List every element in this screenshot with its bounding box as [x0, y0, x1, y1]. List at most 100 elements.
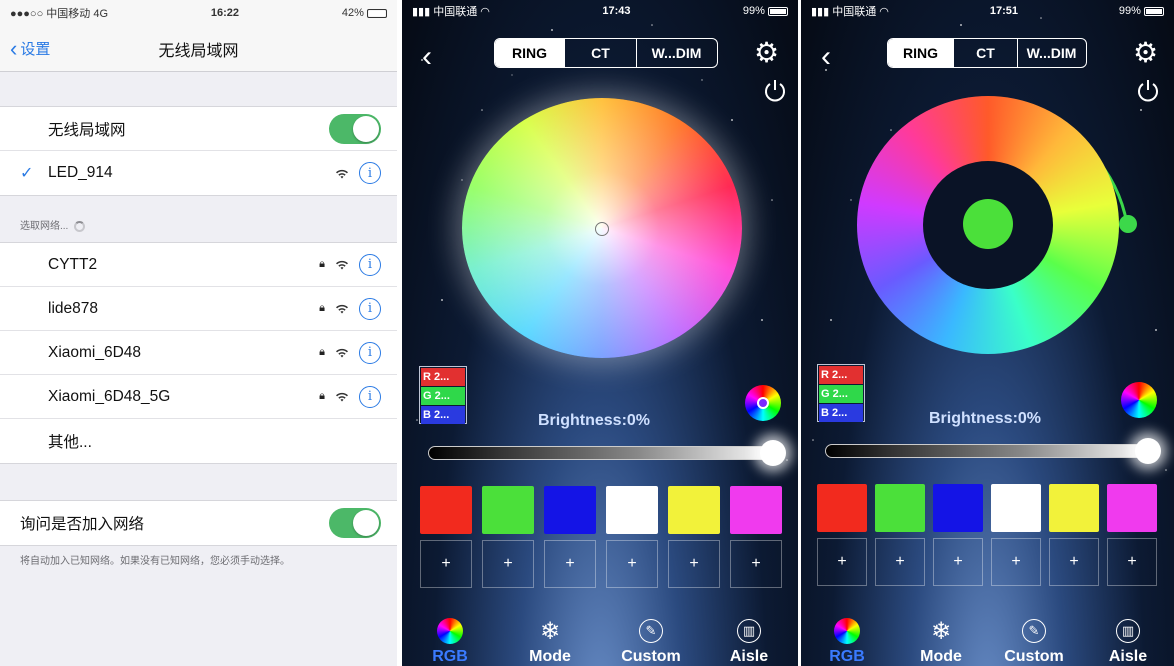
wifi-signal-icon — [336, 169, 348, 178]
brightness-label: Brightness:0% — [538, 412, 651, 429]
add-custom-color-button[interactable]: + — [606, 540, 658, 588]
tab-rgb-label: RGB — [829, 648, 865, 665]
battery-icon — [768, 6, 788, 16]
tab-ring[interactable]: RING — [495, 39, 565, 67]
info-icon[interactable]: i — [359, 341, 381, 364]
info-icon[interactable]: i — [359, 297, 381, 320]
tab-rgb[interactable]: RGB — [827, 616, 867, 666]
status-bar: ▮▮▮ 中国联通 ◠ 17:43 99% — [402, 0, 798, 22]
carrier-label: ▮▮▮ 中国联通 ◠ — [811, 6, 889, 18]
info-icon[interactable]: i — [359, 253, 381, 276]
snowflake-icon: ❄ — [930, 617, 952, 645]
loading-spinner-icon — [74, 221, 86, 232]
color-wheel-mode-icon[interactable] — [1121, 382, 1157, 418]
brightness-slider-knob[interactable] — [1135, 438, 1161, 464]
brightness-slider-knob[interactable] — [760, 440, 786, 466]
network-name: CYTT2 — [48, 255, 98, 273]
tab-custom[interactable]: ✎ Custom — [999, 616, 1069, 666]
wifi-toggle[interactable] — [329, 113, 381, 144]
color-swatch-magenta[interactable] — [730, 486, 782, 534]
snowflake-icon: ❄ — [539, 617, 561, 645]
other-network-row[interactable]: 其他... — [0, 419, 397, 463]
back-button[interactable]: ‹ — [821, 40, 831, 74]
tab-ring[interactable]: RING — [888, 39, 954, 67]
color-swatch-magenta[interactable] — [1107, 484, 1157, 532]
ask-join-label: 询问是否加入网络 — [20, 516, 145, 533]
tab-custom-label: Custom — [1004, 648, 1064, 665]
tab-ct[interactable]: CT — [565, 39, 637, 67]
brightness-slider[interactable] — [428, 446, 778, 460]
network-name: Xiaomi_6D48 — [48, 343, 142, 361]
network-name: Xiaomi_6D48_5G — [48, 387, 171, 405]
brightness-slider[interactable] — [825, 444, 1155, 458]
info-icon[interactable]: i — [359, 385, 381, 408]
color-picker-handle[interactable] — [595, 222, 609, 236]
add-custom-color-button[interactable]: + — [482, 540, 534, 588]
led-app-wheel-screen: ▮▮▮ 中国联通 ◠ 17:43 99% ‹ RING CT W...DIM ⚙… — [402, 0, 798, 666]
color-swatch-white[interactable] — [606, 486, 658, 534]
color-swatch-blue[interactable] — [544, 486, 596, 534]
ask-join-group: 询问是否加入网络 — [0, 500, 397, 546]
battery-label: 99% — [1119, 5, 1164, 17]
tab-aisle[interactable]: ▥ Aisle — [724, 616, 774, 666]
ask-join-toggle[interactable] — [329, 508, 381, 538]
wifi-toggle-row: 无线局域网 — [0, 107, 397, 151]
color-swatch-yellow[interactable] — [1049, 484, 1099, 532]
add-custom-color-button[interactable]: + — [420, 540, 472, 588]
network-row[interactable]: Xiaomi_6D48 🔒︎ i — [0, 331, 397, 375]
tab-mode[interactable]: ❄ Mode — [522, 616, 578, 666]
wifi-signal-icon — [336, 304, 348, 314]
ring-center — [923, 161, 1053, 289]
color-swatch-blue[interactable] — [933, 484, 983, 532]
tab-wdim[interactable]: W...DIM — [1018, 39, 1085, 67]
add-custom-color-button[interactable]: + — [817, 538, 867, 586]
connected-network-row[interactable]: ✓ LED_914 i — [0, 151, 397, 195]
network-row[interactable]: lide878 🔒︎ i — [0, 287, 397, 331]
add-custom-color-button[interactable]: + — [1107, 538, 1157, 586]
red-value: R 2... — [819, 366, 863, 384]
network-row[interactable]: CYTT2 🔒︎ i — [0, 243, 397, 287]
gear-icon[interactable]: ⚙ — [754, 36, 779, 69]
info-icon[interactable]: i — [359, 162, 381, 184]
power-icon[interactable] — [762, 78, 788, 104]
ask-join-row: 询问是否加入网络 — [0, 501, 397, 545]
color-swatch-white[interactable] — [991, 484, 1041, 532]
back-button[interactable]: ‹ 设置 — [10, 37, 50, 60]
choose-network-label: 选取网络... — [20, 221, 69, 232]
color-swatch-red[interactable] — [420, 486, 472, 534]
color-swatch-green[interactable] — [482, 486, 534, 534]
tab-mode[interactable]: ❄ Mode — [913, 616, 969, 666]
battery-label: 42% — [342, 7, 387, 19]
gear-icon[interactable]: ⚙ — [1133, 36, 1158, 69]
arc-handle[interactable] — [1119, 215, 1137, 233]
add-custom-color-button[interactable]: + — [875, 538, 925, 586]
color-swatch-red[interactable] — [817, 484, 867, 532]
tab-aisle-label: Aisle — [1108, 648, 1148, 665]
wifi-settings-screen: ●●●○○ 中国移动 4G 16:22 42% ‹ 设置 无线局域网 无线局域网… — [0, 0, 397, 666]
add-custom-color-button[interactable]: + — [933, 538, 983, 586]
color-ring[interactable] — [857, 96, 1119, 354]
network-row[interactable]: Xiaomi_6D48_5G 🔒︎ i — [0, 375, 397, 419]
tab-custom[interactable]: ✎ Custom — [616, 616, 686, 666]
lock-icon: 🔒︎ — [319, 302, 325, 314]
add-custom-color-button[interactable]: + — [730, 540, 782, 588]
back-button[interactable]: ‹ — [422, 40, 432, 74]
tab-aisle[interactable]: ▥ Aisle — [1103, 616, 1153, 666]
color-swatch-green[interactable] — [875, 484, 925, 532]
add-custom-color-button[interactable]: + — [668, 540, 720, 588]
tab-wdim[interactable]: W...DIM — [637, 39, 716, 67]
lock-icon: 🔒︎ — [319, 258, 325, 270]
add-custom-color-button[interactable]: + — [544, 540, 596, 588]
add-custom-color-button[interactable]: + — [1049, 538, 1099, 586]
tab-ct[interactable]: CT — [954, 39, 1018, 67]
wifi-group: 无线局域网 ✓ LED_914 i — [0, 106, 397, 196]
add-custom-color-button[interactable]: + — [991, 538, 1041, 586]
color-swatch-yellow[interactable] — [668, 486, 720, 534]
color-wheel-mode-icon[interactable] — [745, 385, 781, 421]
blue-value: B 2... — [421, 406, 465, 424]
battery-percent: 42% — [341, 7, 364, 19]
color-wheel[interactable] — [462, 98, 742, 358]
tab-rgb[interactable]: RGB — [430, 616, 470, 666]
status-bar: ▮▮▮ 中国联通 ◠ 17:51 99% — [801, 0, 1174, 22]
rgb-values-box: R 2... G 2... B 2... — [817, 364, 865, 422]
